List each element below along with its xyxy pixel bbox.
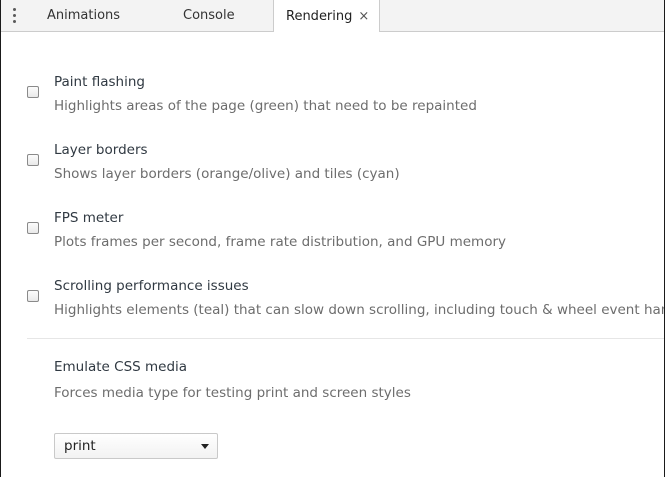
dot	[12, 13, 16, 17]
option-title: Layer borders	[54, 142, 148, 158]
option-title: Paint flashing	[54, 74, 145, 90]
close-icon[interactable]: ×	[358, 10, 369, 23]
fps-meter-checkbox[interactable]	[27, 222, 39, 234]
section-divider	[27, 338, 664, 339]
option-description: Plots frames per second, frame rate dist…	[54, 234, 506, 250]
tab-rendering[interactable]: Rendering ×	[273, 0, 381, 32]
option-title: Scrolling performance issues	[54, 278, 249, 294]
layer-borders-checkbox[interactable]	[27, 154, 39, 166]
option-description: Shows layer borders (orange/olive) and t…	[54, 166, 400, 182]
rendering-settings: Paint flashing Highlights areas of the p…	[1, 32, 664, 477]
media-type-select[interactable]: print	[54, 433, 218, 459]
drawer-tabbar: Animations Console Rendering ×	[1, 0, 664, 32]
tab-rendering-label: Rendering	[286, 8, 353, 24]
devtools-panel: Animations Console Rendering × Paint fla…	[0, 0, 665, 477]
option-description: Highlights areas of the page (green) tha…	[54, 98, 477, 114]
dot	[12, 7, 16, 11]
scrolling-performance-checkbox[interactable]	[27, 290, 39, 302]
option-description: Highlights elements (teal) that can slow…	[54, 302, 664, 318]
chevron-down-icon	[201, 444, 209, 449]
emulate-media-description: Forces media type for testing print and …	[54, 385, 411, 401]
tab-animations[interactable]: Animations	[47, 0, 120, 31]
paint-flashing-checkbox[interactable]	[27, 86, 39, 98]
dot	[12, 19, 16, 23]
media-type-value: print	[64, 438, 96, 454]
emulate-media-title: Emulate CSS media	[54, 359, 188, 375]
vertical-dots-icon[interactable]	[7, 6, 21, 24]
tab-console[interactable]: Console	[183, 0, 235, 31]
option-title: FPS meter	[54, 210, 124, 226]
